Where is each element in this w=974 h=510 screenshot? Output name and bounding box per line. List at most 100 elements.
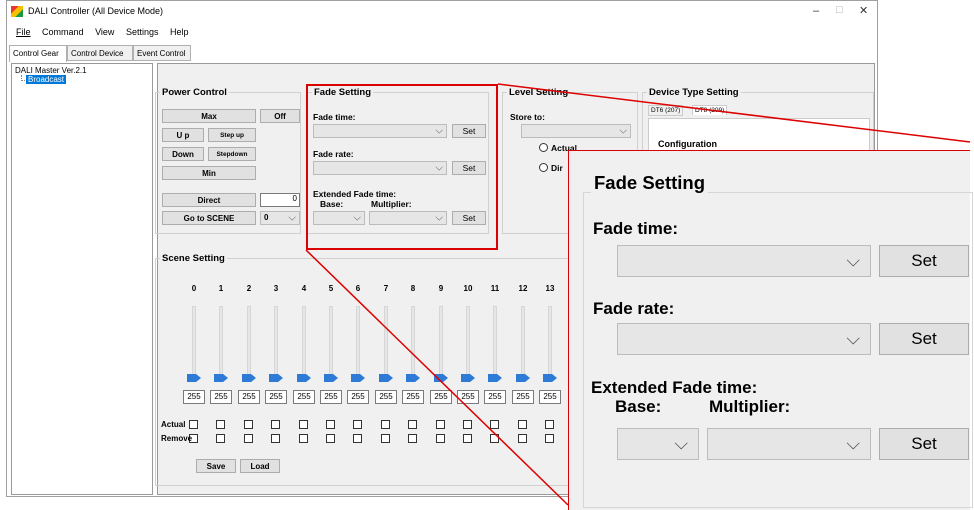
scene-actual-checkbox[interactable] [299, 420, 308, 429]
chevron-down-icon: ⌵ [435, 212, 443, 224]
fade-time-set-button[interactable]: Set [452, 124, 486, 138]
scene-level-input[interactable]: 255 [430, 390, 452, 404]
fade-time-label: Fade time: [313, 112, 356, 122]
scene-remove-checkbox[interactable] [463, 434, 472, 443]
scene-actual-checkbox[interactable] [436, 420, 445, 429]
min-button[interactable]: Min [162, 166, 256, 180]
scene-remove-checkbox[interactable] [271, 434, 280, 443]
scene-slider-track [192, 306, 196, 380]
scene-actual-checkbox[interactable] [244, 420, 253, 429]
menu-command[interactable]: Command [42, 23, 84, 41]
scene-remove-checkbox[interactable] [326, 434, 335, 443]
scene-select[interactable]: 0 ⌵ [260, 211, 300, 225]
tab-event-control[interactable]: Event Control [133, 45, 191, 61]
scene-remove-checkbox[interactable] [244, 434, 253, 443]
tab-dt8[interactable]: DT8 (209) [692, 105, 728, 115]
menu-help[interactable]: Help [170, 23, 189, 41]
tree-item-broadcast[interactable]: Broadcast [26, 75, 67, 84]
scene-remove-checkbox[interactable] [436, 434, 445, 443]
scene-level-input[interactable]: 255 [484, 390, 506, 404]
scene-remove-checkbox[interactable] [490, 434, 499, 443]
maximize-button[interactable]: □ [836, 4, 843, 16]
scene-actual-checkbox[interactable] [353, 420, 362, 429]
multiplier-select[interactable]: ⌵ [369, 211, 447, 225]
extended-set-button[interactable]: Set [452, 211, 486, 225]
scene-remove-checkbox[interactable] [299, 434, 308, 443]
scene-actual-checkbox[interactable] [545, 420, 554, 429]
scene-select-value: 0 [264, 213, 269, 222]
scene-level-input[interactable]: 255 [402, 390, 424, 404]
scene-level-input[interactable]: 255 [265, 390, 287, 404]
scene-remove-checkbox[interactable] [353, 434, 362, 443]
zoom-fade-rate-set-button[interactable]: Set [879, 323, 969, 355]
menu-file[interactable]: File [16, 23, 31, 41]
scene-actual-checkbox[interactable] [216, 420, 225, 429]
scene-level-input[interactable]: 255 [539, 390, 561, 404]
scene-level-input[interactable]: 255 [183, 390, 205, 404]
actual-radio[interactable] [539, 143, 548, 152]
scene-remove-checkbox[interactable] [518, 434, 527, 443]
scene-actual-checkbox[interactable] [271, 420, 280, 429]
scene-actual-checkbox[interactable] [408, 420, 417, 429]
device-type-title: Device Type Setting [647, 87, 741, 98]
scene-actual-checkbox[interactable] [490, 420, 499, 429]
direct-level-input[interactable]: 0 [260, 193, 300, 207]
store-to-select[interactable]: ⌵ [521, 124, 631, 138]
scene-remove-checkbox[interactable] [408, 434, 417, 443]
scene-level-input[interactable]: 255 [238, 390, 260, 404]
scene-level-input[interactable]: 255 [512, 390, 534, 404]
scene-level-input[interactable]: 255 [457, 390, 479, 404]
scene-actual-checkbox[interactable] [381, 420, 390, 429]
max-button[interactable]: Max [162, 109, 256, 123]
close-button[interactable]: ✕ [859, 4, 868, 17]
save-button[interactable]: Save [196, 459, 236, 473]
fade-time-select[interactable]: ⌵ [313, 124, 447, 138]
scene-level-input[interactable]: 255 [293, 390, 315, 404]
chevron-down-icon: ⌵ [435, 125, 443, 137]
tab-dt6[interactable]: DT6 (207) [648, 105, 684, 116]
scene-number: 7 [383, 284, 389, 293]
load-button[interactable]: Load [240, 459, 280, 473]
tree-root[interactable]: DALI Master Ver.2.1 [15, 66, 87, 75]
zoom-extended-set-button[interactable]: Set [879, 428, 969, 460]
scene-actual-checkbox[interactable] [463, 420, 472, 429]
scene-level-input[interactable]: 255 [210, 390, 232, 404]
scene-actual-checkbox[interactable] [326, 420, 335, 429]
scene-level-input[interactable]: 255 [320, 390, 342, 404]
off-button[interactable]: Off [260, 109, 300, 123]
scene-level-input[interactable]: 255 [347, 390, 369, 404]
zoom-multiplier-label: Multiplier: [709, 397, 791, 416]
scene-actual-checkbox[interactable] [518, 420, 527, 429]
base-select[interactable]: ⌵ [313, 211, 365, 225]
zoom-callout: Fade Setting Fade time: ⌵ Set Fade rate:… [568, 150, 973, 510]
zoom-fade-time-select[interactable]: ⌵ [617, 245, 871, 277]
go-to-scene-button[interactable]: Go to SCENE [162, 211, 256, 225]
menu-bar: File Command View Settings Help [7, 23, 877, 41]
actual-row-label: Actual [161, 420, 186, 429]
up-button[interactable]: U p [162, 128, 204, 142]
zoom-fade-time-set-button[interactable]: Set [879, 245, 969, 277]
scene-number: 3 [273, 284, 279, 293]
zoom-base-select[interactable]: ⌵ [617, 428, 699, 460]
step-down-button[interactable]: Stepdown [208, 147, 256, 161]
zoom-fade-rate-select[interactable]: ⌵ [617, 323, 871, 355]
zoom-multiplier-select[interactable]: ⌵ [707, 428, 871, 460]
menu-settings[interactable]: Settings [126, 23, 159, 41]
scene-level-input[interactable]: 255 [375, 390, 397, 404]
tab-control-gear[interactable]: Control Gear [9, 45, 67, 62]
tab-control-device[interactable]: Control Device [67, 45, 133, 61]
direct-button[interactable]: Direct [162, 193, 256, 207]
direct-radio[interactable] [539, 163, 548, 172]
scene-remove-checkbox[interactable] [216, 434, 225, 443]
scene-actual-checkbox[interactable] [189, 420, 198, 429]
scene-number: 0 [191, 284, 197, 293]
down-button[interactable]: Down [162, 147, 204, 161]
menu-view[interactable]: View [95, 23, 114, 41]
scene-remove-checkbox[interactable] [381, 434, 390, 443]
fade-rate-set-button[interactable]: Set [452, 161, 486, 175]
fade-rate-select[interactable]: ⌵ [313, 161, 447, 175]
step-up-button[interactable]: Step up [208, 128, 256, 142]
minimize-button[interactable]: – [813, 5, 819, 17]
scene-remove-checkbox[interactable] [545, 434, 554, 443]
fade-setting-title: Fade Setting [312, 87, 374, 98]
